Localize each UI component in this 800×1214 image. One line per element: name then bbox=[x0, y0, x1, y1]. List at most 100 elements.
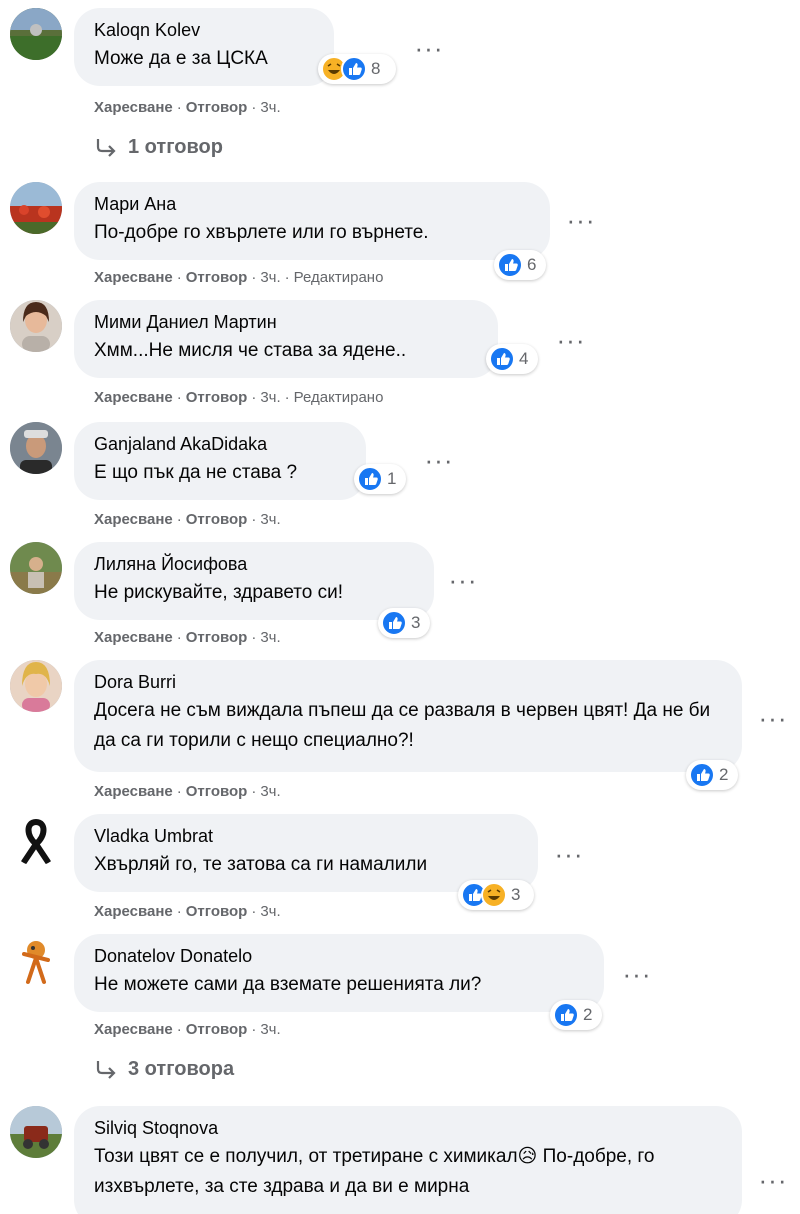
like-reaction-icon bbox=[357, 466, 383, 492]
reaction-count: 1 bbox=[387, 469, 397, 488]
more-horizontal-icon[interactable]: ··· bbox=[758, 1167, 788, 1193]
comment-author[interactable]: Dora Burri bbox=[94, 670, 720, 694]
like-button[interactable]: Харесване bbox=[94, 1021, 173, 1038]
haha-reaction-icon bbox=[481, 882, 507, 908]
comment-author[interactable]: Ganjaland AkaDidaka bbox=[94, 432, 344, 456]
comment-author[interactable]: Мари Ана bbox=[94, 192, 528, 216]
edited-label[interactable]: Редактирано bbox=[294, 389, 384, 406]
comment-actions: Харесване · Отговор · 3ч. bbox=[94, 511, 281, 528]
comment-text: Не рискувайте, здравето си! bbox=[94, 582, 344, 603]
timestamp[interactable]: 3ч. bbox=[260, 99, 280, 116]
comment-author[interactable]: Silviq Stoqnova bbox=[94, 1116, 720, 1140]
timestamp[interactable]: 3ч. bbox=[260, 389, 280, 406]
reaction-count: 4 bbox=[519, 349, 529, 368]
reactions-summary[interactable]: 6 bbox=[494, 250, 546, 280]
comment-author[interactable]: Donatelov Donatelo bbox=[94, 944, 582, 968]
like-button[interactable]: Харесване bbox=[94, 511, 173, 528]
avatar[interactable] bbox=[10, 1106, 62, 1158]
comment-bubble: Kaloqn Kolev Може да е за ЦСКА bbox=[74, 8, 334, 86]
reply-button[interactable]: Отговор bbox=[186, 389, 248, 406]
comment-actions: Харесване · Отговор · 3ч. · Редактирано bbox=[94, 389, 384, 406]
view-replies-link[interactable]: 1 отговор bbox=[94, 136, 223, 159]
reply-button[interactable]: Отговор bbox=[186, 1021, 248, 1038]
reply-button[interactable]: Отговор bbox=[186, 269, 248, 286]
reactions-summary[interactable]: 2 bbox=[686, 760, 738, 790]
reactions-summary[interactable]: 1 bbox=[354, 464, 406, 494]
view-replies-link[interactable]: 3 отговора bbox=[94, 1058, 234, 1081]
comment-actions: Харесване · Отговор · 3ч. bbox=[94, 99, 281, 116]
timestamp[interactable]: 3ч. bbox=[260, 269, 280, 286]
like-button[interactable]: Харесване bbox=[94, 99, 173, 116]
like-button[interactable]: Харесване bbox=[94, 783, 173, 800]
comment-actions: Харесване · Отговор · 3ч. bbox=[94, 1021, 281, 1038]
like-reaction-icon bbox=[341, 56, 367, 82]
avatar[interactable] bbox=[10, 422, 62, 474]
comment-text: Не можете сами да вземате решенията ли? bbox=[94, 974, 482, 995]
reply-button[interactable]: Отговор bbox=[186, 783, 248, 800]
reply-button[interactable]: Отговор bbox=[186, 99, 248, 116]
comment-author[interactable]: Vladka Umbrat bbox=[94, 824, 516, 848]
reactions-summary[interactable]: 2 bbox=[550, 1000, 602, 1030]
like-reaction-icon bbox=[381, 610, 407, 636]
comment-author[interactable]: Лиляна Йосифова bbox=[94, 552, 412, 576]
timestamp[interactable]: 3ч. bbox=[260, 511, 280, 528]
avatar[interactable] bbox=[10, 660, 62, 712]
comment-bubble: Лиляна Йосифова Не рискувайте, здравето … bbox=[74, 542, 434, 620]
comment-bubble: Dora Burri Досега не съм виждала пъпеш д… bbox=[74, 660, 742, 772]
comment-bubble: Ganjaland AkaDidaka Е що пък да не става… bbox=[74, 422, 366, 500]
like-reaction-icon bbox=[553, 1002, 579, 1028]
comment-actions: Харесване · Отговор · 3ч. bbox=[94, 903, 281, 920]
more-horizontal-icon[interactable]: ··· bbox=[758, 705, 788, 731]
comment-text: Този цвят се е получил, от третиране с х… bbox=[94, 1146, 655, 1197]
comment-actions: Харесване · Отговор · 3ч. bbox=[94, 629, 281, 646]
avatar[interactable] bbox=[10, 300, 62, 352]
reactions-summary[interactable]: 3 bbox=[378, 608, 430, 638]
reaction-count: 8 bbox=[371, 59, 381, 78]
avatar[interactable] bbox=[10, 182, 62, 234]
reply-arrow-icon bbox=[96, 138, 116, 157]
avatar[interactable] bbox=[10, 542, 62, 594]
comment-text: Е що пък да не става ? bbox=[94, 462, 298, 483]
avatar[interactable] bbox=[10, 814, 62, 866]
reactions-summary[interactable]: 8 bbox=[318, 54, 396, 84]
reactions-summary[interactable]: 4 bbox=[486, 344, 538, 374]
timestamp[interactable]: 3ч. bbox=[260, 903, 280, 920]
more-horizontal-icon[interactable]: ··· bbox=[554, 841, 584, 867]
more-horizontal-icon[interactable]: ··· bbox=[622, 961, 652, 987]
avatar[interactable] bbox=[10, 934, 62, 986]
more-horizontal-icon[interactable]: ··· bbox=[556, 327, 586, 353]
reaction-count: 3 bbox=[411, 613, 421, 632]
comment-actions: Харесване · Отговор · 3ч. · Редактирано bbox=[94, 269, 384, 286]
more-horizontal-icon[interactable]: ··· bbox=[566, 207, 596, 233]
comment-actions: Харесване · Отговор · 3ч. bbox=[94, 783, 281, 800]
comment-author[interactable]: Мими Даниел Мартин bbox=[94, 310, 476, 334]
like-button[interactable]: Харесване bbox=[94, 629, 173, 646]
comment-text: Може да е за ЦСКА bbox=[94, 48, 268, 69]
like-button[interactable]: Харесване bbox=[94, 389, 173, 406]
more-horizontal-icon[interactable]: ··· bbox=[414, 35, 444, 61]
reply-arrow-icon bbox=[96, 1060, 116, 1079]
like-reaction-icon bbox=[689, 762, 715, 788]
more-horizontal-icon[interactable]: ··· bbox=[424, 447, 454, 473]
like-reaction-icon bbox=[489, 346, 515, 372]
reply-button[interactable]: Отговор bbox=[186, 629, 248, 646]
comment-bubble: Silviq Stoqnova Този цвят се е получил, … bbox=[74, 1106, 742, 1214]
timestamp[interactable]: 3ч. bbox=[260, 783, 280, 800]
reaction-count: 2 bbox=[719, 765, 729, 784]
comment-text: Досега не съм виждала пъпеш да се развал… bbox=[94, 700, 711, 751]
comment-author[interactable]: Kaloqn Kolev bbox=[94, 18, 312, 42]
timestamp[interactable]: 3ч. bbox=[260, 1021, 280, 1038]
timestamp[interactable]: 3ч. bbox=[260, 629, 280, 646]
avatar[interactable] bbox=[10, 8, 62, 60]
replies-count-label: 1 отговор bbox=[128, 136, 223, 158]
reply-button[interactable]: Отговор bbox=[186, 903, 248, 920]
reply-button[interactable]: Отговор bbox=[186, 511, 248, 528]
comment-text: По-добре го хвърлете или го върнете. bbox=[94, 222, 429, 243]
like-button[interactable]: Харесване bbox=[94, 269, 173, 286]
reactions-summary[interactable]: 3 bbox=[458, 880, 534, 910]
edited-label[interactable]: Редактирано bbox=[294, 269, 384, 286]
reaction-count: 2 bbox=[583, 1005, 593, 1024]
comment-bubble: Мари Ана По-добре го хвърлете или го вър… bbox=[74, 182, 550, 260]
more-horizontal-icon[interactable]: ··· bbox=[448, 567, 478, 593]
like-button[interactable]: Харесване bbox=[94, 903, 173, 920]
